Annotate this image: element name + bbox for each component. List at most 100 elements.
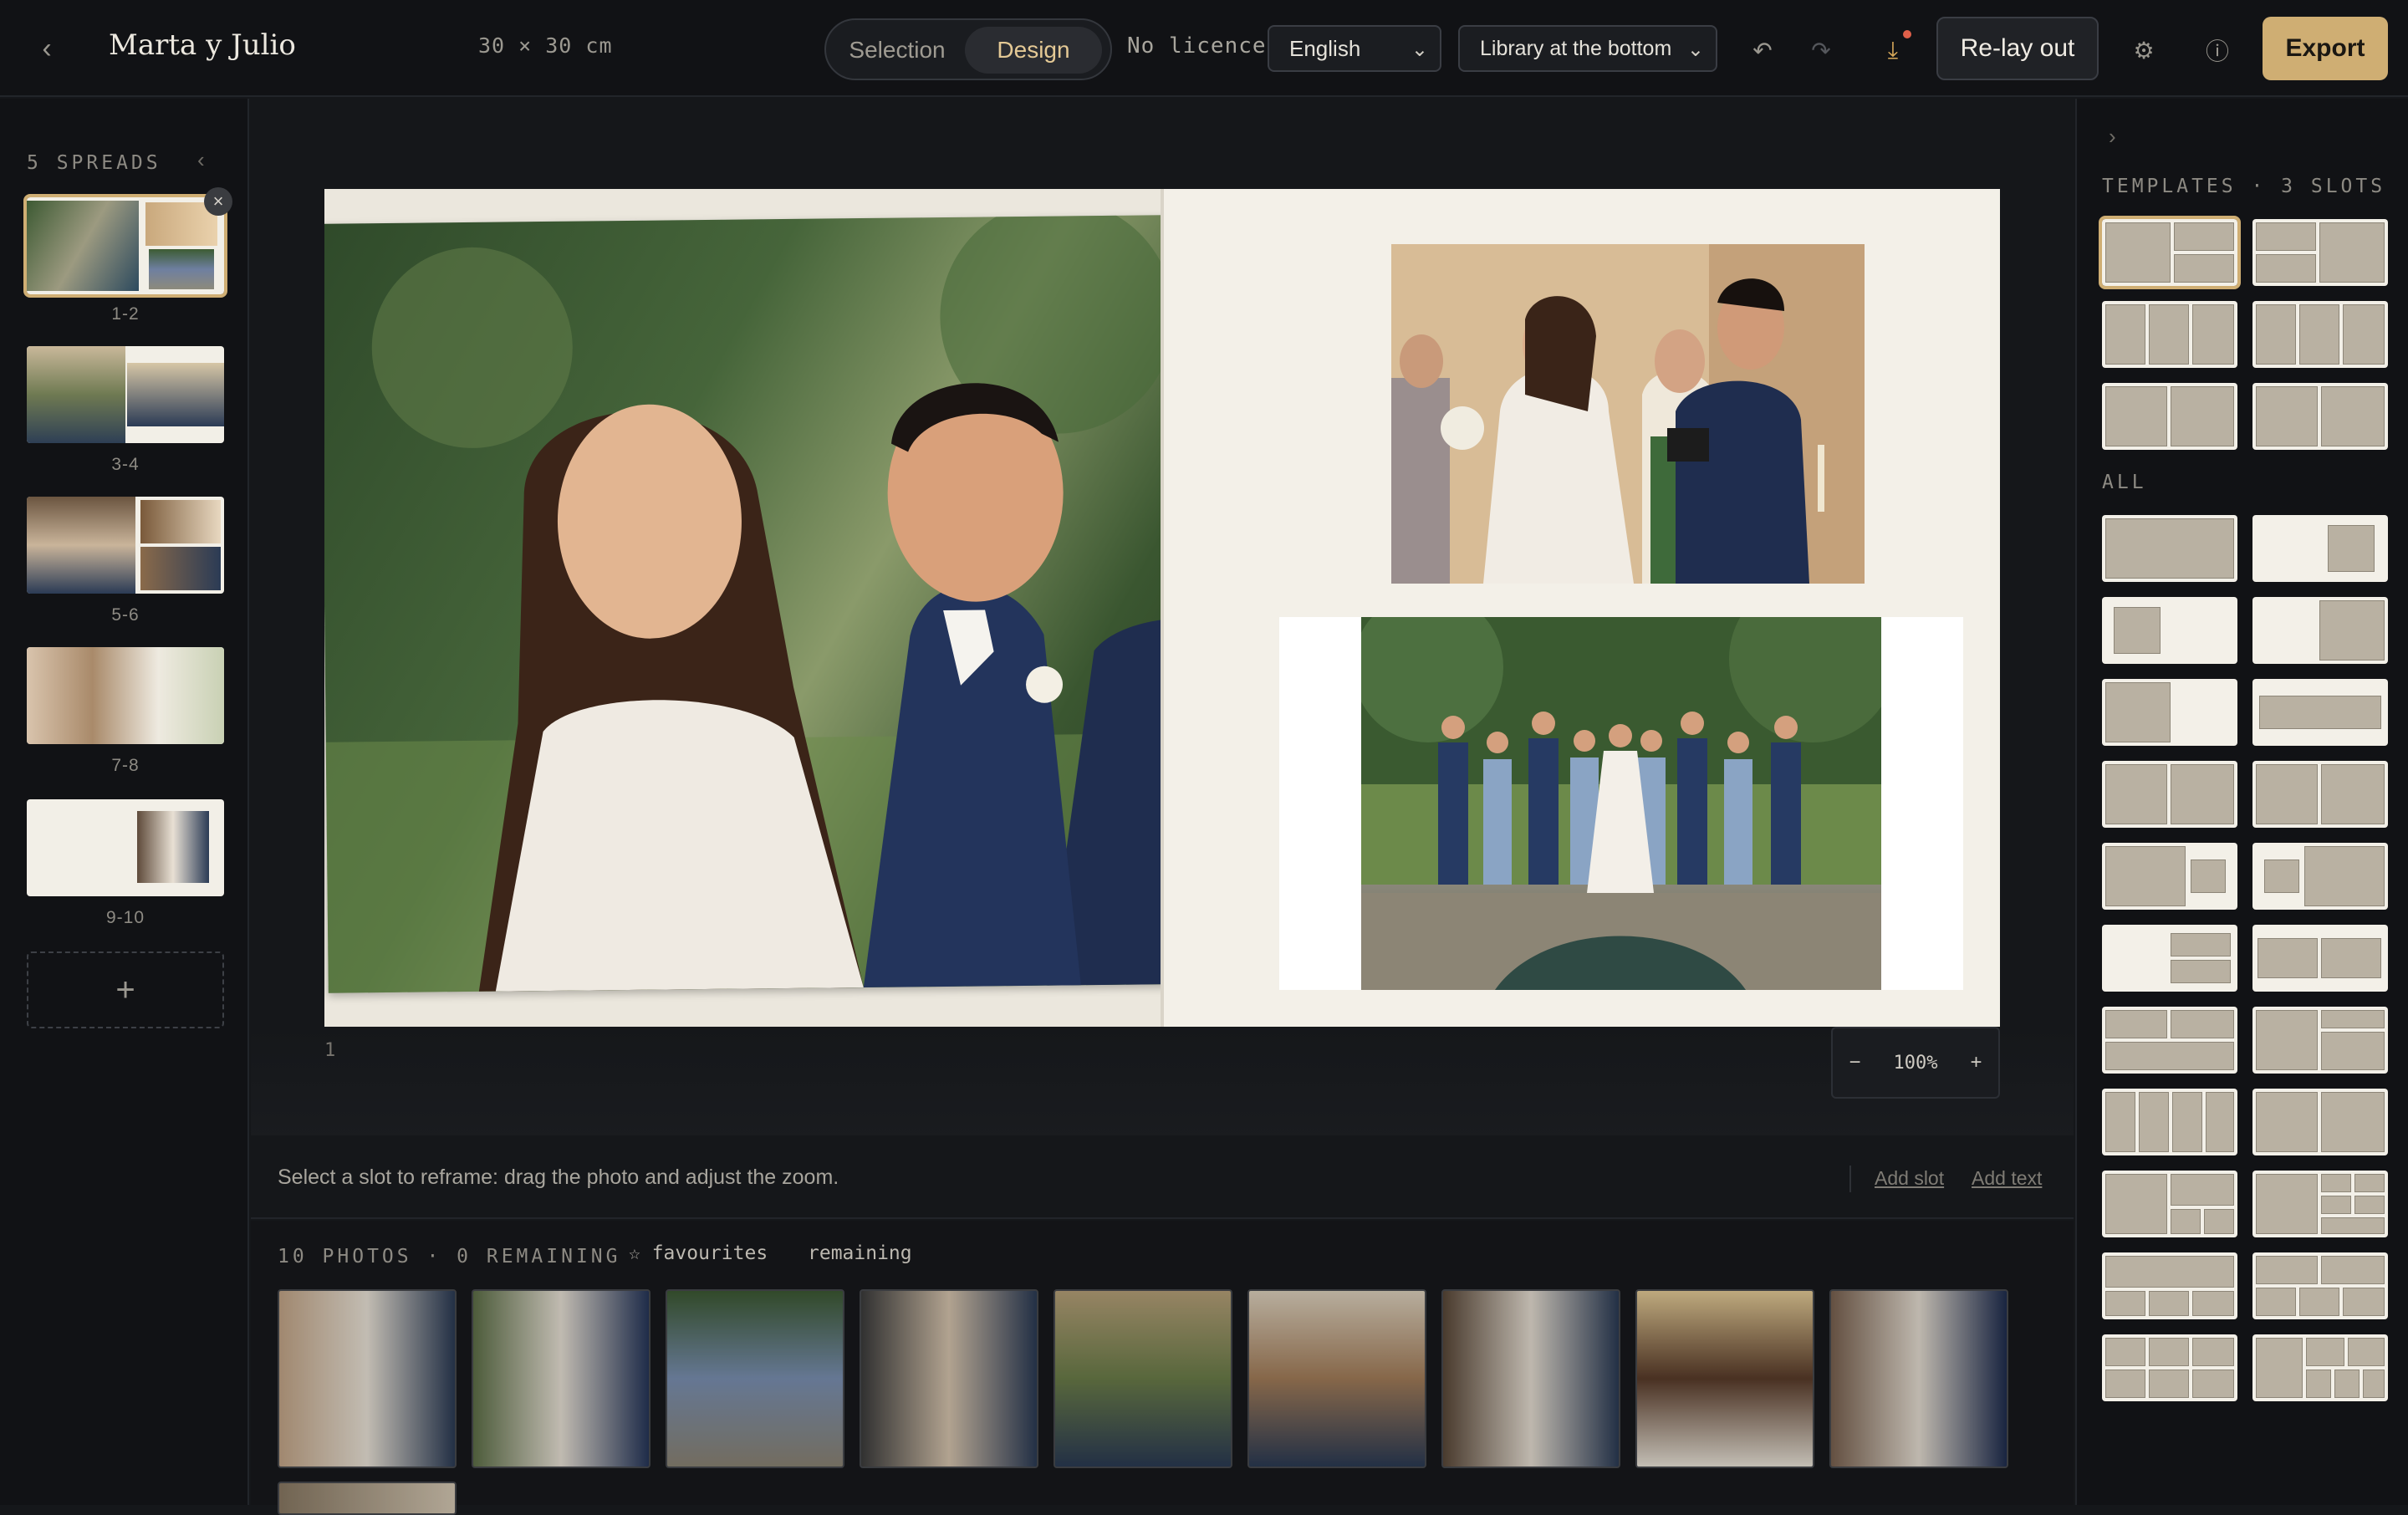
template-option[interactable] [2252,1252,2388,1319]
spread-label: 5-6 [111,605,140,625]
undo-icon[interactable]: ↶ [1744,32,1781,69]
export-button[interactable]: Export [2263,17,2388,80]
spread-label: 9-10 [105,908,145,927]
library-photo[interactable] [1441,1289,1620,1468]
template-option[interactable] [2252,1007,2388,1074]
album-size: 30 × 30 cm [478,33,613,58]
template-option[interactable] [2102,597,2237,664]
all-templates-title: ALL [2102,472,2147,493]
zoom-control: − 100% + [1831,1027,2000,1099]
language-select-value: English [1289,35,1361,61]
library-photo[interactable] [1635,1289,1814,1468]
spread-thumb-5-6[interactable] [27,497,224,594]
chevron-down-icon: ⌄ [1686,38,1704,61]
library-title: 10 PHOTOS · 0 REMAINING [278,1246,621,1268]
template-option[interactable] [2252,843,2388,910]
spreads-title: 5 SPREADS [27,152,161,174]
spread-canvas [324,189,2000,1027]
language-select[interactable]: English ⌄ [1268,25,1441,72]
mode-toggle: Selection Design [824,18,1112,80]
gear-icon[interactable]: ⚙ [2125,32,2162,69]
remaining-filter[interactable]: remaining [808,1242,912,1264]
template-option[interactable] [2252,301,2388,368]
template-option[interactable] [2252,1171,2388,1237]
template-option[interactable] [2102,1171,2237,1237]
library-photo[interactable] [1829,1289,2008,1468]
spreads-sidebar: 5 SPREADS ‹ × 1-2 3-4 5-6 7-8 9-10 + [0,99,249,1505]
photo-slot-couple[interactable] [324,214,1162,993]
spread-thumb-3-4[interactable] [27,346,224,443]
chevron-down-icon: ⌄ [1411,38,1428,61]
library-position-select[interactable]: Library at the bottom ⌄ [1458,25,1717,72]
template-option[interactable] [2252,515,2388,582]
photo-slot-ceremony[interactable] [1391,244,1865,584]
spread-label: 3-4 [111,455,140,474]
collapse-left-icon[interactable]: ‹ [197,147,205,173]
template-option[interactable] [2252,679,2388,746]
library-photo[interactable] [1054,1289,1232,1468]
spread-thumb-7-8[interactable] [27,647,224,744]
library-photo[interactable] [472,1289,650,1468]
spread-label: 7-8 [111,756,140,775]
templates-sidebar: › TEMPLATES · 3 SLOTS ALL [2075,99,2408,1505]
zoom-value: 100% [1893,1052,1938,1074]
templates-title: TEMPLATES · 3 SLOTS [2102,176,2386,197]
template-option[interactable] [2252,597,2388,664]
spread-label: 1-2 [111,304,140,324]
canvas-area: 1 − 100% + [251,99,2074,1135]
close-icon[interactable]: × [204,187,232,216]
template-option[interactable] [2252,925,2388,992]
album-title: Marta y Julio [109,28,296,62]
library-photo[interactable] [860,1289,1038,1468]
template-option[interactable] [2252,383,2388,450]
add-slot-link[interactable]: Add slot [1875,1167,1944,1190]
template-option[interactable] [2102,515,2237,582]
template-option[interactable] [2252,219,2388,286]
wedding-party-photo-art [1361,617,1881,990]
template-option[interactable] [2102,301,2237,368]
left-page [324,189,1162,1027]
mode-selection-button[interactable]: Selection [834,27,960,74]
zoom-out-button[interactable]: − [1849,1051,1860,1074]
spread-thumb-9-10[interactable] [27,799,224,896]
template-option[interactable] [2099,216,2241,289]
library-photo[interactable] [666,1289,844,1468]
library-photo[interactable] [1247,1289,1426,1468]
template-option[interactable] [2252,761,2388,828]
mode-design-button[interactable]: Design [965,27,1102,74]
template-option[interactable] [2102,1334,2237,1401]
hint-bar: Select a slot to reframe: drag the photo… [251,1137,2074,1219]
licence-status: No licence [1127,33,1267,59]
template-option[interactable] [2102,761,2237,828]
add-text-link[interactable]: Add text [1972,1167,2042,1190]
help-icon[interactable]: ⓘ [2199,32,2236,69]
library-photo[interactable] [278,1289,457,1468]
template-option[interactable] [2102,1089,2237,1155]
photo-library: 10 PHOTOS · 0 REMAINING ☆ favourites rem… [251,1221,2074,1515]
spread-thumb-1-2[interactable] [23,194,227,298]
top-toolbar: ‹ Marta y Julio 30 × 30 cm Selection Des… [0,0,2408,97]
template-option[interactable] [2102,1252,2237,1319]
template-option[interactable] [2252,1089,2388,1155]
template-option[interactable] [2102,679,2237,746]
add-spread-button[interactable]: + [27,951,224,1028]
chevron-left-icon[interactable]: ‹ [30,32,64,65]
redo-icon[interactable]: ↷ [1803,32,1839,69]
ceremony-photo-art [1391,244,1865,584]
photo-slot-wedding-party[interactable] [1361,617,1881,990]
template-option[interactable] [2102,1007,2237,1074]
hint-text: Select a slot to reframe: drag the photo… [278,1166,839,1189]
favourites-filter[interactable]: ☆ favourites [629,1242,768,1264]
zoom-in-button[interactable]: + [1970,1051,1982,1074]
library-photo[interactable] [278,1482,457,1515]
notification-dot [1903,30,1911,38]
couple-photo-art [325,214,1162,993]
relayout-button[interactable]: Re-lay out [1936,17,2099,80]
template-option[interactable] [2102,843,2237,910]
library-position-value: Library at the bottom [1480,36,1672,60]
template-option[interactable] [2102,383,2237,450]
template-option[interactable] [2102,925,2237,992]
page-number: 1 [324,1040,336,1061]
template-option[interactable] [2252,1334,2388,1401]
chevron-right-icon[interactable]: › [2109,124,2116,150]
